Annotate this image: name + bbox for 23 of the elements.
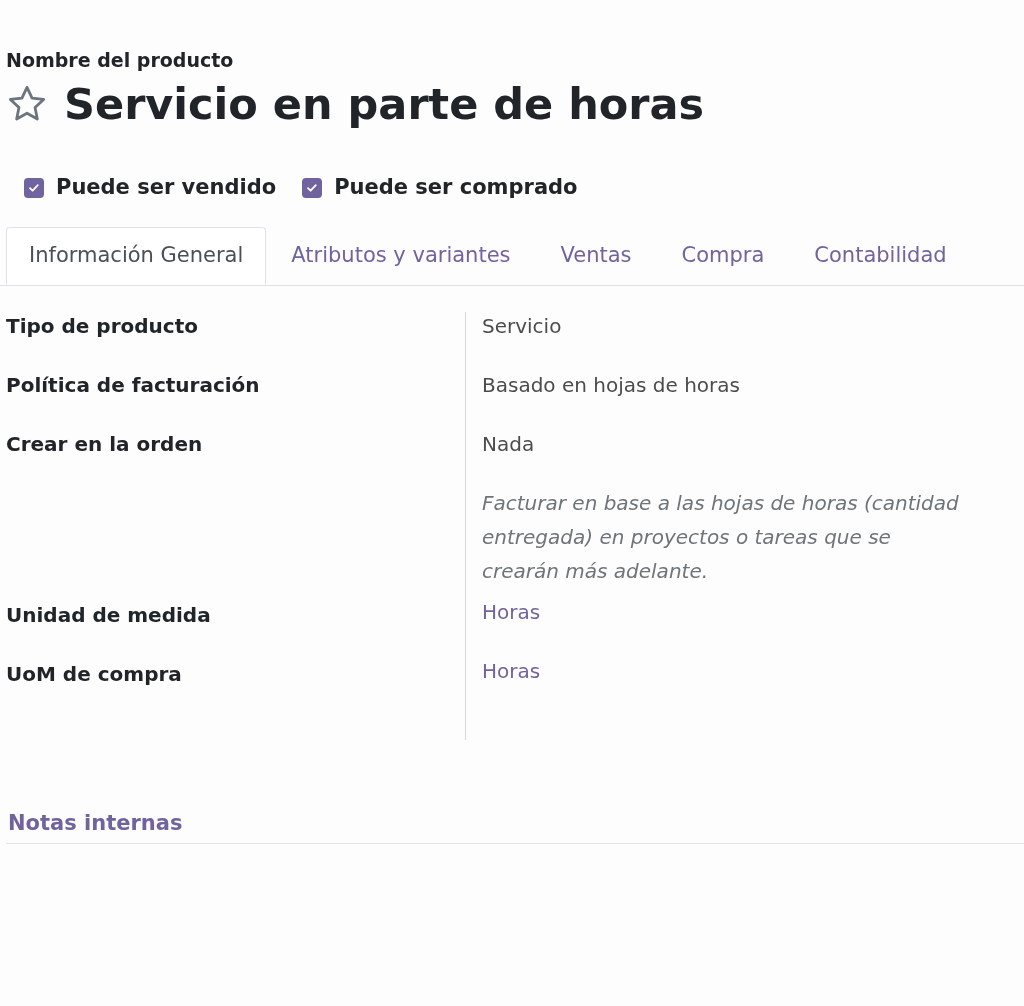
field-label: UoM de compra bbox=[6, 661, 182, 686]
checkbox[interactable] bbox=[24, 177, 44, 198]
field-label: Unidad de medida bbox=[6, 602, 211, 627]
checkbox-label: Puede ser comprado bbox=[334, 174, 578, 201]
field-value: Nada bbox=[482, 431, 535, 456]
tab[interactable]: Ventas bbox=[535, 226, 657, 285]
field-link[interactable]: Horas bbox=[482, 599, 541, 624]
tab[interactable]: Información General bbox=[6, 226, 267, 285]
tab[interactable]: Atributos y variantes bbox=[266, 226, 536, 285]
checkbox-label: Puede ser vendido bbox=[56, 174, 277, 201]
tab[interactable]: Contabilidad bbox=[789, 226, 972, 285]
tab[interactable]: Compra bbox=[656, 226, 790, 285]
product-title: Servicio en parte de horas bbox=[64, 78, 705, 131]
field-value: Servicio bbox=[482, 313, 562, 338]
field-value: Basado en hojas de horas bbox=[482, 372, 740, 397]
section-title: Notas internas bbox=[7, 809, 183, 837]
field-label: Tipo de producto bbox=[6, 313, 198, 338]
checkbox[interactable] bbox=[302, 177, 323, 198]
field-link[interactable]: Horas bbox=[482, 658, 541, 683]
field-label: Política de facturación bbox=[6, 372, 260, 397]
help-text: Facturar en base a las hojas de horas (cantidad entregada) en proyectos o tareas que se crearán más adelante. bbox=[482, 489, 960, 585]
field-label: Nombre del producto bbox=[6, 48, 234, 73]
field-label: Crear en la orden bbox=[6, 431, 203, 456]
